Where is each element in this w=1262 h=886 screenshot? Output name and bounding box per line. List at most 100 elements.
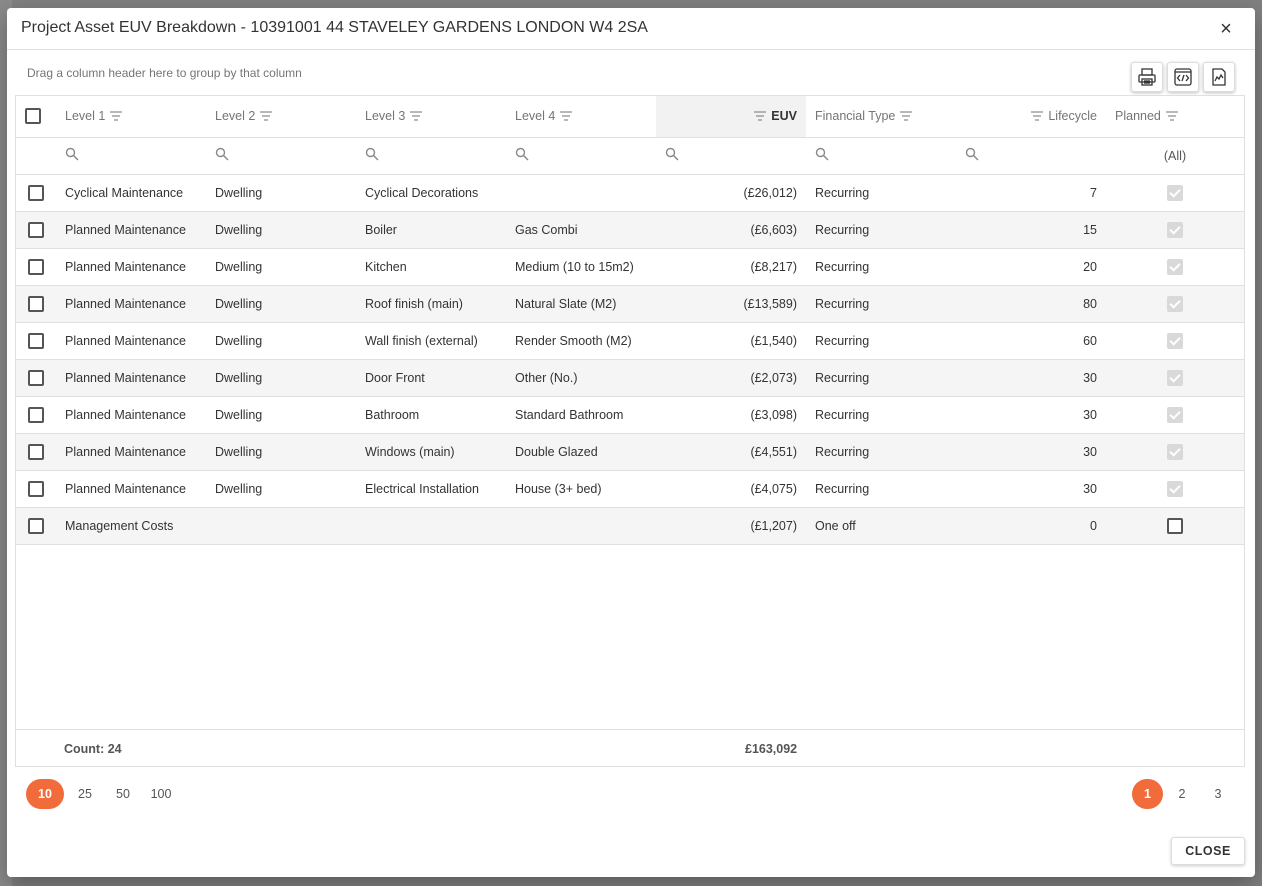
group-panel[interactable]: Drag a column header here to group by th… [27,66,302,80]
page-size-100[interactable]: 100 [144,779,178,809]
cell-level1: Management Costs [56,507,206,545]
column-header-level3[interactable]: Level 3 [356,96,506,138]
page-size-25[interactable]: 25 [68,779,102,809]
filter-icon[interactable] [260,110,273,124]
table-row[interactable]: Planned Maintenance Dwelling Wall finish (… [16,322,1244,360]
filter-level3[interactable] [356,137,506,175]
cell-lifecycle: 30 [956,359,1106,397]
cell-level2: Dwelling [206,285,356,323]
page-1-button[interactable]: 1 [1132,779,1163,809]
cell-level3: Door Front [356,359,506,397]
search-icon [365,147,379,164]
column-header-level1[interactable]: Level 1 [56,96,206,138]
row-select-cell [16,507,56,545]
filter-lifecycle[interactable] [956,137,1106,175]
close-button[interactable]: CLOSE [1171,837,1245,865]
row-select-checkbox[interactable] [28,184,44,201]
column-label: Level 4 [515,108,556,123]
cell-level1: Planned Maintenance [56,211,206,249]
filter-icon[interactable] [900,110,913,124]
row-select-cell [16,211,56,249]
row-select-checkbox[interactable] [28,406,44,423]
filter-icon[interactable] [754,110,767,124]
column-header-lifecycle[interactable]: Lifecycle [956,96,1106,138]
column-header-planned[interactable]: Planned [1106,96,1244,138]
filter-planned-value: (All) [1163,148,1187,163]
row-select-checkbox[interactable] [28,332,44,349]
page-navigation: 123 [1132,779,1235,809]
cell-level3: Cyclical Decorations [356,174,506,212]
grid-table: Level 1 Level 2 Level 3 Level 4 EUV Fina… [16,96,1244,545]
row-select-cell [16,285,56,323]
planned-checkbox [1167,332,1183,349]
table-row[interactable]: Management Costs (£1,207) One off 0 [16,507,1244,545]
filter-row: (All) [16,137,1244,175]
row-select-checkbox[interactable] [28,295,44,312]
filter-level4[interactable] [506,137,656,175]
filter-icon[interactable] [1031,110,1044,124]
cell-planned [1106,285,1244,323]
page-size-50[interactable]: 50 [106,779,140,809]
filter-financial-type[interactable] [806,137,956,175]
filter-icon[interactable] [410,110,423,124]
cell-planned [1106,211,1244,249]
column-header-euv[interactable]: EUV [656,96,806,138]
search-icon [815,147,829,164]
table-row[interactable]: Planned Maintenance Dwelling Roof finish (… [16,285,1244,323]
cell-level1: Planned Maintenance [56,470,206,508]
filter-icon[interactable] [560,110,573,124]
export-html-button[interactable] [1167,62,1199,92]
filter-euv[interactable] [656,137,806,175]
cell-financial-type: Recurring [806,248,956,286]
filter-icon[interactable] [1165,110,1178,124]
summary-row: Count: 24 £163,092 [15,729,1245,767]
select-all-checkbox[interactable] [25,108,41,125]
planned-checkbox [1167,480,1183,497]
row-select-checkbox[interactable] [28,443,44,460]
page-2-button[interactable]: 2 [1165,779,1199,809]
column-header-level4[interactable]: Level 4 [506,96,656,138]
row-select-cell [16,396,56,434]
column-header-financial-type[interactable]: Financial Type [806,96,956,138]
column-label: Level 1 [65,108,106,123]
cell-level4: Double Glazed [506,433,656,471]
column-header-level2[interactable]: Level 2 [206,96,356,138]
print-button[interactable] [1131,62,1163,92]
row-select-checkbox[interactable] [28,369,44,386]
cell-level4: House (3+ bed) [506,470,656,508]
filter-level1[interactable] [56,137,206,175]
cell-level3: Roof finish (main) [356,285,506,323]
dialog-title: Project Asset EUV Breakdown - 10391001 4… [21,19,648,36]
row-select-cell [16,174,56,212]
cell-level2: Dwelling [206,211,356,249]
table-row[interactable]: Cyclical Maintenance Dwelling Cyclical Dec… [16,174,1244,212]
euv-breakdown-dialog: Project Asset EUV Breakdown - 10391001 4… [7,8,1255,877]
export-chart-button[interactable] [1203,62,1235,92]
row-select-cell [16,248,56,286]
table-row[interactable]: Planned Maintenance Dwelling Boiler Gas Com… [16,211,1244,249]
table-row[interactable]: Planned Maintenance Dwelling Kitchen Medium… [16,248,1244,286]
euv-total: £163,092 [745,742,798,756]
column-label: EUV [771,108,797,123]
planned-checkbox [1167,221,1183,238]
row-select-checkbox[interactable] [28,517,44,534]
close-icon[interactable]: × [1215,18,1237,40]
cell-level3: Windows (main) [356,433,506,471]
filter-icon[interactable] [110,110,123,124]
cell-planned [1106,507,1244,545]
cell-financial-type: Recurring [806,359,956,397]
page-size-10[interactable]: 10 [26,779,64,809]
table-row[interactable]: Planned Maintenance Dwelling Windows (main… [16,433,1244,471]
row-select-checkbox[interactable] [28,258,44,275]
cell-euv: (£1,207) [656,507,806,545]
filter-level2[interactable] [206,137,356,175]
row-select-checkbox[interactable] [28,480,44,497]
cell-level2: Dwelling [206,396,356,434]
page-3-button[interactable]: 3 [1201,779,1235,809]
filter-planned-select[interactable]: (All) [1106,137,1244,175]
table-row[interactable]: Planned Maintenance Dwelling Bathroom Stand… [16,396,1244,434]
row-select-checkbox[interactable] [28,221,44,238]
table-row[interactable]: Planned Maintenance Dwelling Electrical In… [16,470,1244,508]
table-row[interactable]: Planned Maintenance Dwelling Door Front Oth… [16,359,1244,397]
cell-financial-type: Recurring [806,470,956,508]
